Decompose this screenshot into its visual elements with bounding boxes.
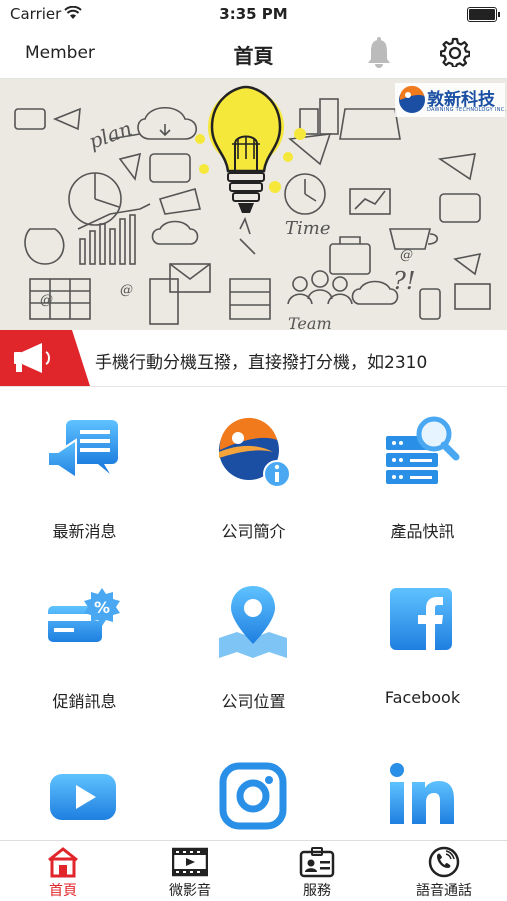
menu-item-label: 公司簡介: [221, 522, 286, 541]
instagram-icon: [219, 762, 287, 830]
menu-item-label: 公司位置: [221, 692, 286, 711]
announcement-bar[interactable]: 手機行動分機互撥，直接撥打分機，如2310: [0, 330, 507, 387]
hero-banner[interactable]: plan Time Team ?! @ @ @ 敦新科技 DAWNING TEC…: [0, 79, 507, 330]
menu-item-company-intro[interactable]: 公司簡介: [169, 388, 338, 558]
svg-text:?!: ?!: [393, 267, 416, 295]
menu-item-promotions[interactable]: % 促銷訊息: [0, 558, 169, 728]
menu-item-label: 產品快訊: [390, 522, 455, 541]
discount-card-icon: %: [48, 588, 120, 642]
tab-voice-call[interactable]: 語音通話: [381, 841, 507, 901]
tab-label: 服務: [303, 883, 331, 899]
tab-video[interactable]: 微影音: [127, 841, 253, 901]
menu-item-company-location[interactable]: 公司位置: [169, 558, 338, 728]
youtube-icon: [50, 774, 116, 820]
menu-item-label: Facebook: [384, 688, 461, 707]
linkedin-icon: [390, 763, 454, 824]
svg-text:%: %: [94, 598, 110, 617]
facebook-icon: [390, 588, 452, 650]
feature-grid: 最新消息 公司簡介 產品快訊 % 促銷訊息 公司位置 Facebook: [0, 388, 507, 840]
company-logo-info-icon: [219, 417, 291, 488]
page-title: 首頁: [233, 44, 274, 68]
map-pin-icon: [219, 586, 287, 658]
svg-text:Team: Team: [288, 314, 332, 330]
news-megaphone-icon: [47, 420, 118, 480]
menu-item-news[interactable]: 最新消息: [0, 388, 169, 558]
tab-label: 首頁: [49, 883, 77, 899]
battery-icon: [467, 7, 500, 22]
menu-item-instagram[interactable]: [169, 728, 338, 840]
menu-item-youtube[interactable]: [0, 728, 169, 840]
menu-item-label: 促銷訊息: [52, 692, 117, 711]
tab-services[interactable]: 服務: [254, 841, 380, 901]
svg-text:@: @: [120, 283, 133, 298]
menu-item-facebook[interactable]: Facebook: [338, 558, 507, 728]
svg-text:@: @: [40, 293, 53, 308]
announcement-badge: [0, 330, 90, 386]
menu-item-label: 最新消息: [52, 522, 117, 541]
server-search-icon: [386, 416, 460, 484]
company-logo: 敦新科技 DAWNING TECHNOLOGY INC.: [395, 83, 507, 117]
announcement-text: 手機行動分機互撥，直接撥打分機，如2310: [95, 353, 428, 373]
tab-home[interactable]: 首頁: [0, 841, 126, 901]
film-icon: [172, 847, 208, 877]
clock: 3:35 PM: [219, 5, 288, 23]
tab-bar: 首頁 微影音 服務 語音通話: [0, 840, 507, 901]
bell-icon[interactable]: [366, 36, 392, 68]
svg-text:plan: plan: [86, 116, 136, 154]
menu-item-linkedin[interactable]: [338, 728, 507, 840]
nav-bar: Member 首頁: [0, 28, 507, 79]
svg-text:@: @: [400, 248, 413, 263]
company-logo-mark-icon: [399, 85, 425, 113]
status-bar: Carrier 3:35 PM: [0, 0, 507, 28]
company-logo-subtext: DAWNING TECHNOLOGY INC.: [427, 107, 507, 113]
menu-item-product-news[interactable]: 產品快訊: [338, 388, 507, 558]
gear-icon[interactable]: [440, 37, 470, 67]
svg-text:Time: Time: [285, 218, 330, 239]
phone-call-icon: [428, 846, 460, 878]
tab-label: 語音通話: [416, 883, 472, 899]
home-icon: [48, 847, 78, 878]
id-card-icon: [299, 847, 335, 878]
tab-label: 微影音: [169, 883, 211, 899]
